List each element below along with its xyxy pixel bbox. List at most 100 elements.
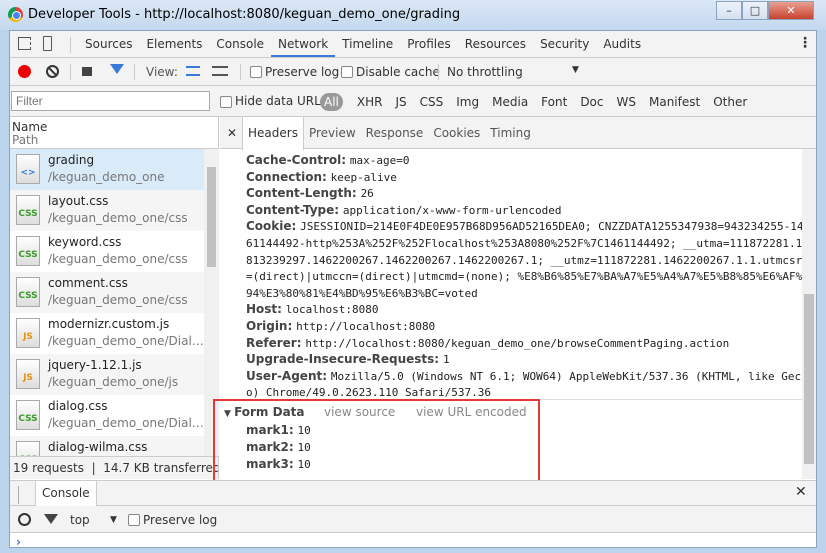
type-filter-css[interactable]: CSS [420,95,444,109]
request-row[interactable]: JS modernizr.custom.js/keguan_demo_one/Di… [10,313,204,354]
request-row[interactable]: CSS keyword.css/keguan_demo_one/css [10,231,204,272]
type-filter-xhr[interactable]: XHR [357,95,383,109]
header-name: Content-Length: [246,186,357,201]
request-row[interactable]: <> grading/keguan_demo_one [10,149,204,190]
divider [240,64,241,80]
header-value: http://localhost:8080/keguan_demo_one/br… [305,336,730,350]
css-file-icon: CSS [16,441,40,456]
console-preserve-log-label: Preserve log [143,513,218,527]
request-row[interactable]: CSS dialog-wilma.css [10,436,204,456]
detail-scrollbar[interactable] [802,149,816,479]
clear-icon[interactable] [46,65,59,78]
header-row: 94%E3%80%81%E4%BD%95%E6%B3%BC=voted [246,286,478,300]
filter-icon[interactable] [44,514,58,524]
detail-tab-cookies[interactable]: Cookies [428,117,485,149]
type-filter-doc[interactable]: Doc [580,95,603,109]
tab-console-drawer[interactable]: Console [35,481,97,506]
request-list: Name Path <> grading/keguan_demo_one CSS la… [10,117,219,456]
detail-tab-timing[interactable]: Timing [485,117,536,149]
capture-screenshots-icon[interactable] [82,67,92,76]
css-file-icon: CSS [16,195,40,225]
type-filter-all[interactable]: All [320,92,343,111]
detail-tab-headers[interactable]: Headers [242,117,304,150]
divider [18,486,19,504]
overview-icon[interactable] [212,66,228,76]
request-path: /keguan_demo_one/css [48,293,188,307]
header-row: Host: localhost:8080 [246,302,379,316]
record-icon[interactable] [18,65,31,78]
hide-data-urls-label: Hide data URLs [235,94,328,108]
header-row: Content-Type: application/x-www-form-url… [246,203,561,217]
request-name: layout.css [48,194,109,208]
context-value: top [70,513,90,527]
request-row[interactable]: JS jquery-1.12.1.js/keguan_demo_one/js [10,354,204,395]
tab-audits[interactable]: Audits [596,31,648,57]
header-row: Cookie: JSESSIONID=214E0F4DE0E957B68D956… [246,219,803,233]
request-name: modernizr.custom.js [48,317,170,331]
divider [134,64,135,80]
header-name: Content-Type: [246,202,340,217]
inspect-element-icon[interactable] [18,37,31,50]
request-headers: Cache-Control: max-age=0 Connection: keep… [220,149,814,399]
tab-resources[interactable]: Resources [458,31,533,57]
console-preserve-log-checkbox[interactable] [128,514,140,526]
large-rows-icon[interactable] [186,66,200,76]
type-filter-img[interactable]: Img [456,95,479,109]
divider [70,64,71,80]
type-filter-other[interactable]: Other [713,95,747,109]
status-summary: 19 requests | 14.7 KB transferred | F... [10,456,219,479]
hide-data-urls-checkbox[interactable] [220,96,232,108]
device-mode-icon[interactable] [43,36,52,51]
header-value: Mozilla/5.0 (Windows NT 6.1; WOW64) Appl… [330,369,815,383]
preserve-log-checkbox[interactable] [250,66,262,78]
highlight-box [213,399,540,484]
detail-tab-response[interactable]: Response [361,117,429,149]
document-file-icon: <> [16,154,40,184]
minimize-button[interactable]: – [716,1,742,20]
clear-console-icon[interactable] [18,513,31,526]
drawer-tab-bar: Console ✕ [10,480,816,506]
request-row[interactable]: CSS layout.css/keguan_demo_one/css [10,190,204,231]
detail-tab-preview[interactable]: Preview [304,117,361,149]
type-filter-manifest[interactable]: Manifest [649,95,700,109]
request-name: jquery-1.12.1.js [48,358,142,372]
tab-elements[interactable]: Elements [139,31,209,57]
request-row[interactable]: CSS comment.css/keguan_demo_one/css [10,272,204,313]
header-value: =(direct)|utmccn=(direct)|utmcmd=(none);… [246,270,803,284]
more-menu-icon[interactable]: ⋮ [798,35,812,51]
request-row[interactable]: CSS dialog.css/keguan_demo_one/Dialog... [10,395,204,436]
close-window-button[interactable]: ✕ [768,1,814,20]
throttling-value: No throttling [447,65,523,79]
tab-profiles[interactable]: Profiles [400,31,458,57]
type-filter-ws[interactable]: WS [617,95,636,109]
filter-bar: Hide data URLs All XHR JS CSS Img Media Font Do… [10,86,816,117]
filter-input[interactable] [11,91,210,111]
header-row: Origin: http://localhost:8080 [246,319,435,333]
css-file-icon: CSS [16,400,40,430]
type-filter-media[interactable]: Media [492,95,528,109]
maximize-button[interactable]: □ [742,1,768,20]
filter-icon[interactable] [110,64,124,74]
header-name: Referer: [246,335,302,350]
header-value: application/x-www-form-urlencoded [342,203,562,217]
panel-tabs: Sources Elements Console Network Timeline Pro… [78,31,648,58]
throttling-select[interactable]: No throttling ▼ [447,65,587,79]
close-drawer-icon[interactable]: ✕ [795,484,807,500]
request-name: dialog-wilma.css [48,440,148,454]
name-column-header[interactable]: Name [12,120,47,134]
tab-security[interactable]: Security [533,31,596,57]
request-path: /keguan_demo_one [48,170,165,184]
tab-network[interactable]: Network [271,31,336,57]
tab-timeline[interactable]: Timeline [335,31,400,57]
close-detail-icon[interactable]: ✕ [227,126,237,140]
context-select[interactable]: top ▼ [70,513,122,527]
header-value: 26 [360,187,374,201]
console-prompt[interactable]: › [16,535,21,549]
disable-cache-checkbox[interactable] [341,66,353,78]
tab-sources[interactable]: Sources [78,31,139,57]
type-filter-font[interactable]: Font [541,95,567,109]
type-filter-js[interactable]: JS [395,95,406,109]
preserve-log-label: Preserve log [265,65,340,79]
css-file-icon: CSS [16,236,40,266]
tab-console[interactable]: Console [209,31,271,57]
